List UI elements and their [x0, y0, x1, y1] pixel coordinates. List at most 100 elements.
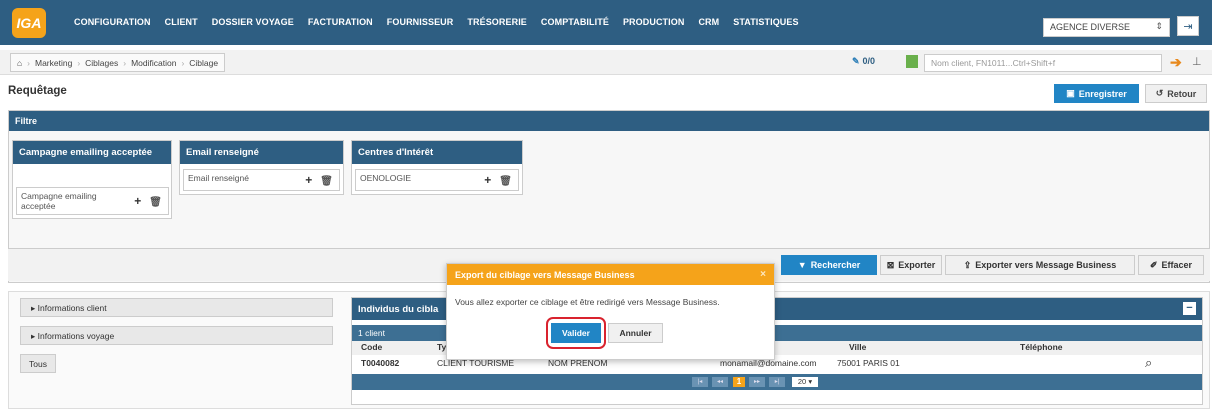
previous-page-icon[interactable]: ◂◂	[712, 377, 728, 387]
rechercher-button-label: Rechercher	[810, 260, 861, 270]
chevron-right-icon: ›	[181, 57, 185, 68]
criterion-item-label: Campagne emailing acceptée	[21, 191, 97, 211]
criterion-title: Campagne emailing acceptée	[13, 141, 171, 164]
main-menu: CONFIGURATION CLIENT DOSSIER VOYAGE FACT…	[74, 17, 813, 27]
add-icon[interactable]: +	[484, 173, 491, 187]
effacer-button-label: Effacer	[1161, 260, 1193, 270]
sidebar-item-label: Informations voyage	[37, 331, 115, 341]
close-icon[interactable]: ×	[760, 269, 766, 280]
upload-icon: ⇪	[963, 259, 972, 270]
modal-message: Vous allez exporter ce ciblage et être r…	[455, 297, 720, 307]
back-button-label: Retour	[1167, 88, 1197, 99]
results-panel-title: Individus du cibla	[358, 304, 439, 315]
column-header-telephone[interactable]: Téléphone	[1020, 342, 1063, 352]
add-icon[interactable]: +	[305, 173, 312, 187]
sidebar-item-label: Informations client	[37, 303, 107, 313]
arrow-right-icon[interactable]: ➔	[1170, 54, 1182, 71]
cell-code: T0040082	[361, 358, 400, 368]
agency-select-value: AGENCE DIVERSE	[1050, 22, 1131, 32]
menu-facturation[interactable]: FACTURATION	[308, 17, 373, 27]
first-page-icon[interactable]: |◂	[692, 377, 708, 387]
tous-button[interactable]: Tous	[20, 354, 56, 373]
modal-header: Export du ciblage vers Message Business …	[447, 264, 774, 285]
export-modal: Export du ciblage vers Message Business …	[446, 263, 775, 360]
home-icon[interactable]: ⌂	[17, 58, 22, 68]
chevron-right-icon: ›	[77, 57, 81, 68]
chevron-right-icon: ›	[27, 57, 30, 68]
trash-icon[interactable]: 🗑	[149, 197, 162, 208]
breadcrumb-item-ciblages[interactable]: Ciblages	[85, 58, 118, 68]
menu-dossier-voyage[interactable]: DOSSIER VOYAGE	[212, 17, 294, 27]
caret-right-icon: ▸	[31, 303, 38, 313]
menu-statistiques[interactable]: STATISTIQUES	[733, 17, 798, 27]
exporter-button-label: Exporter	[898, 260, 936, 270]
menu-production[interactable]: PRODUCTION	[623, 17, 685, 27]
search-input[interactable]: Nom client, FN1011...Ctrl+Shift+f	[924, 54, 1162, 72]
filter-icon: ▼	[797, 260, 807, 270]
breadcrumb: ⌂ › Marketing › Ciblages › Modification …	[10, 53, 226, 72]
effacer-button[interactable]: ✐ Effacer	[1138, 255, 1204, 275]
cell-ville: 75001 PARIS 01	[837, 358, 900, 368]
trash-icon[interactable]: 🗑	[320, 176, 333, 187]
logout-icon[interactable]: ⇥	[1177, 16, 1199, 36]
select-arrows-icon: ⇕	[1155, 21, 1163, 31]
menu-tresorerie[interactable]: TRÉSORERIE	[467, 17, 527, 27]
page-title: Requêtage	[8, 85, 67, 97]
criterion-item-label: OENOLOGIE	[360, 173, 412, 183]
sidebar-item-informations-client[interactable]: ▸ Informations client	[20, 298, 333, 317]
criterion-item: Email renseigné + 🗑	[183, 169, 340, 191]
column-header-code[interactable]: Code	[361, 342, 382, 352]
top-navigation-bar: IGA CONFIGURATION CLIENT DOSSIER VOYAGE …	[0, 0, 1212, 45]
pagination-bar: |◂ ◂◂ 1 ▸▸ ▸| 20 ▾	[352, 374, 1202, 390]
exporter-button[interactable]: ⊠ Exporter	[880, 255, 942, 275]
column-header-ville[interactable]: Ville	[849, 342, 866, 352]
page-size-select[interactable]: 20 ▾	[792, 377, 818, 387]
collapse-icon[interactable]: −	[1183, 302, 1196, 315]
next-page-icon[interactable]: ▸▸	[749, 377, 765, 387]
criterion-item: OENOLOGIE + 🗑	[355, 169, 519, 191]
sidebar-item-informations-voyage[interactable]: ▸ Informations voyage	[20, 326, 333, 345]
add-icon[interactable]: +	[134, 194, 141, 208]
magnifier-icon[interactable]: ⌕	[1145, 355, 1152, 371]
document-icon[interactable]	[906, 55, 918, 68]
menu-client[interactable]: CLIENT	[165, 17, 198, 27]
breadcrumb-bar: ⌂ › Marketing › Ciblages › Modification …	[0, 50, 1212, 75]
menu-comptabilite[interactable]: COMPTABILITÉ	[541, 17, 609, 27]
app-logo[interactable]: IGA	[12, 8, 46, 38]
column-header-type[interactable]: Ty	[437, 342, 446, 352]
pin-icon[interactable]: ⊥	[1192, 55, 1202, 68]
annuler-button[interactable]: Annuler	[608, 323, 663, 343]
chevron-right-icon: ›	[123, 57, 127, 68]
save-button[interactable]: ▣ Enregistrer	[1054, 84, 1139, 103]
exporter-message-business-label: Exporter vers Message Business	[975, 260, 1117, 270]
current-page[interactable]: 1	[733, 377, 745, 387]
breadcrumb-item-modification[interactable]: Modification	[131, 58, 176, 68]
exporter-message-business-button[interactable]: ⇪ Exporter vers Message Business	[945, 255, 1135, 275]
undo-icon: ↺	[1155, 88, 1164, 98]
rechercher-button[interactable]: ▼ Rechercher	[781, 255, 877, 275]
criterion-title: Email renseigné	[180, 141, 343, 164]
eraser-icon: ✐	[1149, 259, 1158, 270]
excel-icon: ⊠	[886, 259, 895, 270]
trash-icon[interactable]: 🗑	[499, 176, 512, 187]
tag-icon: ✎	[852, 56, 860, 66]
breadcrumb-item-ciblage: Ciblage	[189, 57, 219, 68]
filter-panel-title: Filtre	[9, 111, 1209, 131]
criterion-title: Centres d'Intérêt	[352, 141, 522, 164]
agency-select[interactable]: AGENCE DIVERSE ⇕	[1043, 18, 1170, 37]
valider-button[interactable]: Valider	[551, 323, 601, 343]
criterion-item-label: Email renseigné	[188, 173, 249, 183]
save-button-label: Enregistrer	[1078, 88, 1127, 99]
last-page-icon[interactable]: ▸|	[769, 377, 785, 387]
menu-fournisseur[interactable]: FOURNISSEUR	[387, 17, 454, 27]
save-icon: ▣	[1066, 88, 1075, 98]
criterion-item: Campagne emailing acceptée + 🗑	[16, 187, 169, 215]
breadcrumb-item-marketing[interactable]: Marketing	[35, 58, 72, 68]
menu-configuration[interactable]: CONFIGURATION	[74, 17, 151, 27]
back-button[interactable]: ↺ Retour	[1145, 84, 1207, 103]
menu-crm[interactable]: CRM	[698, 17, 719, 27]
caret-right-icon: ▸	[31, 331, 38, 341]
task-counter[interactable]: ✎ 0/0	[852, 56, 875, 67]
task-counter-value: 0/0	[862, 56, 876, 66]
modal-title: Export du ciblage vers Message Business	[455, 270, 635, 280]
